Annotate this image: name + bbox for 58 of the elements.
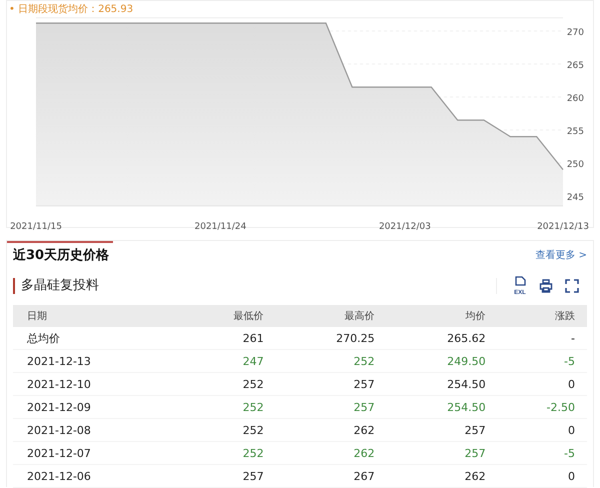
table-cell: 0 (498, 464, 587, 488)
y-tick-label: 265 (566, 61, 584, 71)
table-cell: 257 (386, 418, 498, 442)
history-tab[interactable]: 近30天历史价格 (7, 241, 114, 269)
column-header: 涨跌 (498, 305, 587, 327)
y-tick-label: 270 (566, 28, 584, 38)
table-cell: 270.25 (276, 327, 387, 350)
table-cell: - (498, 327, 587, 350)
table-cell: 总均价 (13, 327, 184, 350)
table-cell: 267 (276, 464, 387, 488)
y-tick-label: 245 (566, 193, 584, 203)
column-header: 最低价 (183, 305, 276, 327)
table-cell: 2021-12-10 (13, 372, 184, 396)
table-cell: 0 (498, 418, 587, 442)
table-cell: 254.50 (386, 396, 498, 418)
table-cell: -2.50 (498, 396, 587, 418)
table-cell: -5 (498, 350, 587, 372)
column-header: 日期 (13, 305, 184, 327)
fullscreen-icon (565, 279, 579, 293)
y-tick-label: 250 (566, 160, 584, 170)
fullscreen-button[interactable] (565, 279, 579, 293)
x-tick-label: 2021/12/13 (537, 222, 589, 232)
table-cell: 262 (276, 418, 387, 442)
table-cell: 0 (498, 372, 587, 396)
table-cell: 261 (183, 327, 276, 350)
x-tick-label: 2021/11/24 (194, 222, 246, 232)
table-cell: 252 (276, 350, 387, 372)
y-tick-label: 260 (566, 94, 584, 104)
table-cell: 257 (276, 396, 387, 418)
table-cell: 252 (183, 418, 276, 442)
table-cell: 265.62 (386, 327, 498, 350)
table-cell: 2021-12-09 (13, 396, 184, 418)
column-header: 均价 (386, 305, 498, 327)
table-cell: 2021-12-06 (13, 464, 184, 488)
table-cell: 262 (276, 442, 387, 464)
chart-legend: • 日期段现货均价：265.93 (7, 1, 593, 17)
view-more-link[interactable]: 查看更多 > (535, 248, 587, 262)
column-header: 最高价 (276, 305, 387, 327)
table-cell: 252 (183, 442, 276, 464)
table-cell: 254.50 (386, 372, 498, 396)
y-tick-label: 255 (566, 127, 584, 137)
table-cell: -5 (498, 442, 587, 464)
table-cell: 252 (183, 372, 276, 396)
table-cell: 249.50 (386, 350, 498, 372)
product-title: 多晶硅复投料 (13, 278, 99, 294)
x-tick-label: 2021/12/03 (378, 222, 431, 232)
table-cell: 257 (276, 372, 387, 396)
table-cell: 247 (183, 350, 276, 372)
table-cell: 257 (386, 442, 498, 464)
table-cell: 2021-12-07 (13, 442, 184, 464)
table-cell: 257 (183, 464, 276, 488)
x-tick-label: 2021/11/15 (10, 222, 62, 232)
printer-icon (539, 279, 553, 293)
table-cell: 2021-12-08 (13, 418, 184, 442)
table-cell: 252 (183, 396, 276, 418)
table-cell: 2021-12-13 (13, 350, 184, 372)
print-button[interactable] (539, 279, 553, 293)
table-cell: 262 (386, 464, 498, 488)
